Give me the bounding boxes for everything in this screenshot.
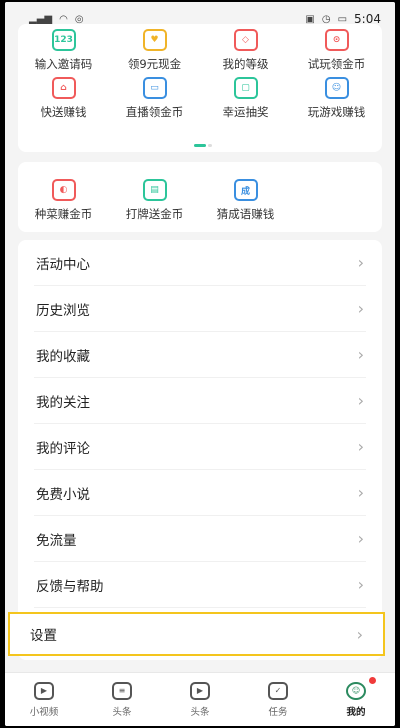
hotspot-icon: ◎: [74, 13, 84, 25]
grid-item-label: 打牌送金币: [125, 207, 184, 221]
menu-item-label: 反馈与帮助: [36, 578, 104, 595]
idiom-icon: 成: [233, 179, 258, 201]
chevron-right-icon: ›: [357, 529, 364, 548]
feature-grid: 123 输入邀请码 ♥ 领9元现金 ◇ 我的等级 ⊙ 试玩领金币 ⌂ 快送赚钱 ▭ 直播领金币 ▢ 幸运…: [18, 24, 382, 152]
heart-coin-icon: ♥: [142, 29, 167, 51]
page-indicator-active: [194, 144, 206, 147]
tab-label: 小视频: [29, 706, 59, 718]
chevron-right-icon: ›: [357, 483, 364, 502]
menu-item[interactable]: 我的收藏 ›: [34, 332, 366, 378]
battery-icon: ▭: [337, 13, 348, 25]
video-icon: ▶: [34, 681, 54, 700]
grid-item-label: 领9元现金: [127, 57, 182, 71]
feature-grid-row: ⌂ 快送赚钱 ▭ 直播领金币 ▢ 幸运抽奖 ☺ 玩游戏赚钱: [18, 72, 382, 120]
grid-item[interactable]: 123 输入邀请码: [18, 24, 109, 72]
screen: ▂▄▆ ◠ ◎ ▣ ◷ ▭ 5:04 123 输入邀请码 ♥ 领9元现金 ◇ 我的等级 ⊙ 试…: [5, 2, 395, 726]
chevron-right-icon: ›: [357, 299, 364, 318]
feature-grid-row: ◐ 种菜赚金币 ▤ 打牌送金币 成猜成语赚钱: [18, 162, 382, 222]
page-indicator: [208, 144, 212, 147]
grid-item-label: 快送赚钱: [40, 105, 87, 119]
menu-item[interactable]: 活动中心 ›: [34, 240, 366, 286]
game-icon: ☺: [324, 77, 349, 99]
bottom-tab-bar: ▶ 小视频 ≡ 头条 ▶ 头条 ✓ 任务 ☺ 我的: [5, 672, 395, 726]
grid-item-label: 种菜赚金币: [34, 207, 93, 221]
menu-item-label: 免流量: [36, 532, 77, 549]
chevron-right-icon: ›: [357, 391, 364, 410]
menu-item-label: 历史浏览: [36, 302, 90, 319]
task-icon: ✓: [268, 681, 288, 700]
tab-profile[interactable]: ☺ 我的: [317, 673, 395, 726]
feature-grid-row: 123 输入邀请码 ♥ 领9元现金 ◇ 我的等级 ⊙ 试玩领金币: [18, 24, 382, 72]
menu-item-label: 活动中心: [36, 256, 90, 273]
tab-label: 头条: [112, 706, 132, 718]
play-icon: ▶: [190, 681, 210, 700]
grid-item-label: 直播领金币: [125, 105, 184, 119]
signal-icon: ▂▄▆: [29, 13, 53, 25]
menu-item[interactable]: 历史浏览 ›: [34, 286, 366, 332]
tab-label: 任务: [268, 706, 288, 718]
wifi-icon: ◠: [59, 13, 68, 25]
grid-item-label: 输入邀请码: [34, 57, 93, 71]
grid-item[interactable]: ☺ 玩游戏赚钱: [291, 72, 382, 120]
robot-icon: ⊙: [324, 29, 349, 51]
menu-item[interactable]: 我的评论 ›: [34, 424, 366, 470]
farm-icon: ◐: [51, 179, 76, 201]
menu-item[interactable]: 反馈与帮助 ›: [34, 562, 366, 608]
news-icon: ≡: [112, 681, 132, 700]
menu-item[interactable]: 免费小说 ›: [34, 470, 366, 516]
settings-label: 设置: [30, 628, 57, 644]
menu-item-label: 免费小说: [36, 486, 90, 503]
grid-item-label: 玩游戏赚钱: [307, 105, 366, 119]
chevron-right-icon: ›: [357, 253, 364, 272]
menu-item-label: 我的关注: [36, 394, 90, 411]
tab-task[interactable]: ✓ 任务: [239, 673, 317, 726]
chevron-right-icon: ›: [357, 345, 364, 364]
grid-item[interactable]: ▭ 直播领金币: [109, 72, 200, 120]
grid-item[interactable]: 成猜成语赚钱: [200, 172, 291, 222]
menu-item-label: 我的评论: [36, 440, 90, 457]
bag-icon: ⌂: [51, 77, 76, 99]
grid-item[interactable]: ▢ 幸运抽奖: [200, 72, 291, 120]
tab-label: 头条: [190, 706, 210, 718]
menu-item-label: 我的收藏: [36, 348, 90, 365]
cards-icon: ▤: [142, 179, 167, 201]
menu-list: 活动中心 › 历史浏览 › 我的收藏 › 我的关注 › 我的评论 › 免费小说 › 免流量 › 反馈与帮助 ›: [18, 240, 382, 660]
feature-grid-2: ◐ 种菜赚金币 ▤ 打牌送金币 成猜成语赚钱: [18, 162, 382, 232]
menu-item[interactable]: 免流量 ›: [34, 516, 366, 562]
grid-item-label: 幸运抽奖: [222, 105, 269, 119]
menu-item[interactable]: 我的关注 ›: [34, 378, 366, 424]
profile-icon: ☺: [346, 681, 366, 700]
tab-label: 我的: [346, 706, 366, 718]
tab-news[interactable]: ≡ 头条: [83, 673, 161, 726]
grid-item[interactable]: ⌂ 快送赚钱: [18, 72, 109, 120]
hd-icon: ▣: [305, 13, 315, 25]
chevron-right-icon: ›: [357, 575, 364, 594]
chevron-right-icon: ›: [356, 624, 363, 644]
notification-badge: [369, 677, 376, 684]
grid-item-label: 猜成语赚钱: [216, 207, 275, 221]
grid-item-label: 试玩领金币: [307, 57, 366, 71]
grid-item[interactable]: ⊙ 试玩领金币: [291, 24, 382, 72]
grid-item[interactable]: ◇ 我的等级: [200, 24, 291, 72]
diamond-icon: ◇: [233, 29, 258, 51]
settings-item[interactable]: 设置 ›: [8, 612, 385, 656]
grid-item[interactable]: ♥ 领9元现金: [109, 24, 200, 72]
grid-item[interactable]: ◐ 种菜赚金币: [18, 172, 109, 222]
grid-item[interactable]: ▤ 打牌送金币: [109, 172, 200, 222]
tab-video[interactable]: ▶ 小视频: [5, 673, 83, 726]
tv-icon: ▭: [142, 77, 167, 99]
tab-play[interactable]: ▶ 头条: [161, 673, 239, 726]
code-icon: 123: [51, 29, 76, 51]
chevron-right-icon: ›: [357, 437, 364, 456]
alarm-icon: ◷: [321, 13, 331, 25]
lottery-icon: ▢: [233, 77, 258, 99]
grid-item-label: 我的等级: [222, 57, 269, 71]
